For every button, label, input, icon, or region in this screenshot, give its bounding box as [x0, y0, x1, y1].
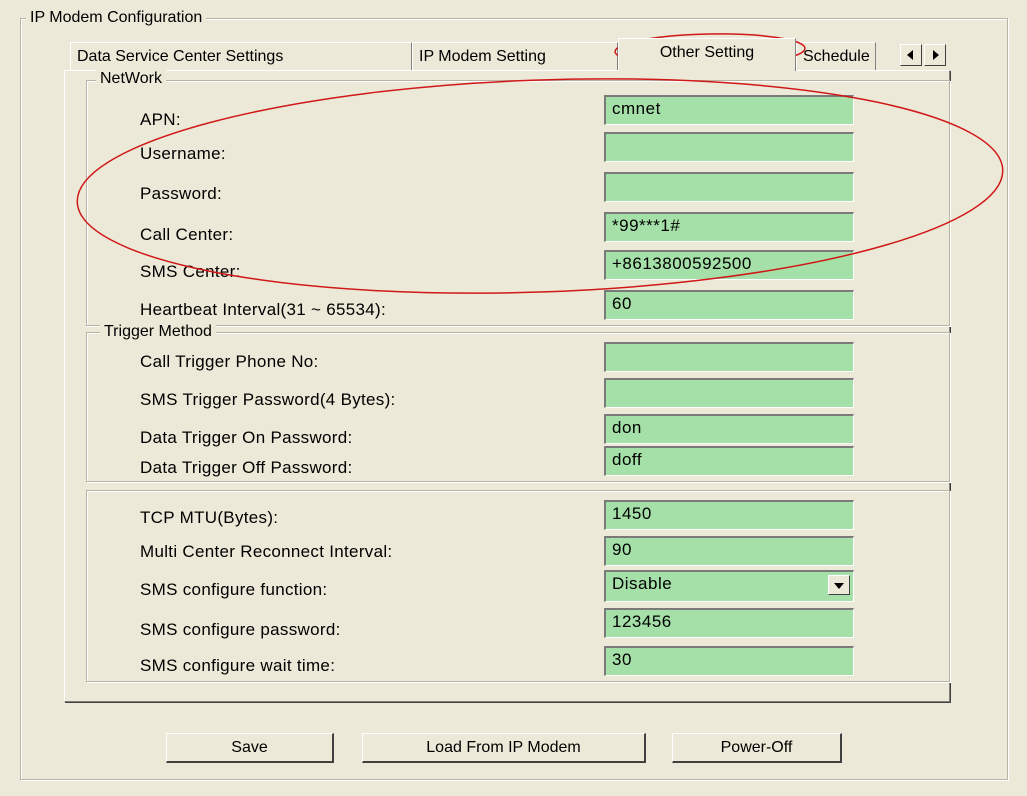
- load-from-ip-modem-button[interactable]: Load From IP Modem: [362, 733, 646, 763]
- sms-configure-function-label: SMS configure function:: [140, 580, 328, 599]
- trigger-method-group-title: Trigger Method: [100, 323, 216, 341]
- data-trigger-on-password-field[interactable]: don: [604, 414, 854, 444]
- window-body: { "group": { "title": "IP Modem Configur…: [0, 0, 1027, 796]
- call-center-field[interactable]: *99***1#: [604, 212, 854, 242]
- password-field[interactable]: [604, 172, 854, 202]
- sms-center-field[interactable]: +8613800592500: [604, 250, 854, 280]
- sms-trigger-password-field[interactable]: [604, 378, 854, 408]
- username-label: Username:: [140, 144, 226, 163]
- tab-other-setting[interactable]: Other Setting: [618, 38, 796, 71]
- tab-schedule[interactable]: Schedule: [796, 42, 876, 70]
- sms-configure-function-select[interactable]: Disable: [604, 570, 854, 602]
- call-center-label: Call Center:: [140, 225, 234, 244]
- tcp-mtu-label: TCP MTU(Bytes):: [140, 508, 279, 527]
- network-group-title: NetWork: [96, 70, 166, 88]
- sms-configure-password-label: SMS configure password:: [140, 620, 341, 639]
- sms-center-label: SMS Center:: [140, 262, 241, 281]
- heartbeat-interval-label: Heartbeat Interval(31 ~ 65534):: [140, 300, 387, 319]
- tab-ip-modem-setting[interactable]: IP Modem Setting: [412, 42, 618, 70]
- heartbeat-interval-field[interactable]: 60: [604, 290, 854, 320]
- group-title: IP Modem Configuration: [26, 9, 207, 27]
- data-trigger-off-password-field[interactable]: doff: [604, 446, 854, 476]
- call-trigger-phone-label: Call Trigger Phone No:: [140, 352, 319, 371]
- call-trigger-phone-field[interactable]: [604, 342, 854, 372]
- tcp-mtu-field[interactable]: 1450: [604, 500, 854, 530]
- data-trigger-on-password-label: Data Trigger On Password:: [140, 428, 353, 447]
- tab-scroll-left-icon[interactable]: [900, 44, 922, 66]
- apn-label: APN:: [140, 110, 181, 129]
- multi-center-reconnect-interval-field[interactable]: 90: [604, 536, 854, 566]
- password-label: Password:: [140, 184, 223, 203]
- sms-configure-password-field[interactable]: 123456: [604, 608, 854, 638]
- tab-data-service-center-settings[interactable]: Data Service Center Settings: [70, 42, 412, 70]
- power-off-button[interactable]: Power-Off: [672, 733, 842, 763]
- multi-center-reconnect-interval-label: Multi Center Reconnect Interval:: [140, 542, 393, 561]
- username-field[interactable]: [604, 132, 854, 162]
- sms-configure-wait-time-field[interactable]: 30: [604, 646, 854, 676]
- data-trigger-off-password-label: Data Trigger Off Password:: [140, 458, 353, 477]
- tab-scroll-right-icon[interactable]: [924, 44, 946, 66]
- sms-configure-function-value: Disable: [612, 574, 673, 593]
- sms-trigger-password-label: SMS Trigger Password(4 Bytes):: [140, 390, 396, 409]
- chevron-down-icon[interactable]: [828, 575, 850, 595]
- sms-configure-wait-time-label: SMS configure wait time:: [140, 656, 336, 675]
- save-button[interactable]: Save: [166, 733, 334, 763]
- apn-field[interactable]: cmnet: [604, 95, 854, 125]
